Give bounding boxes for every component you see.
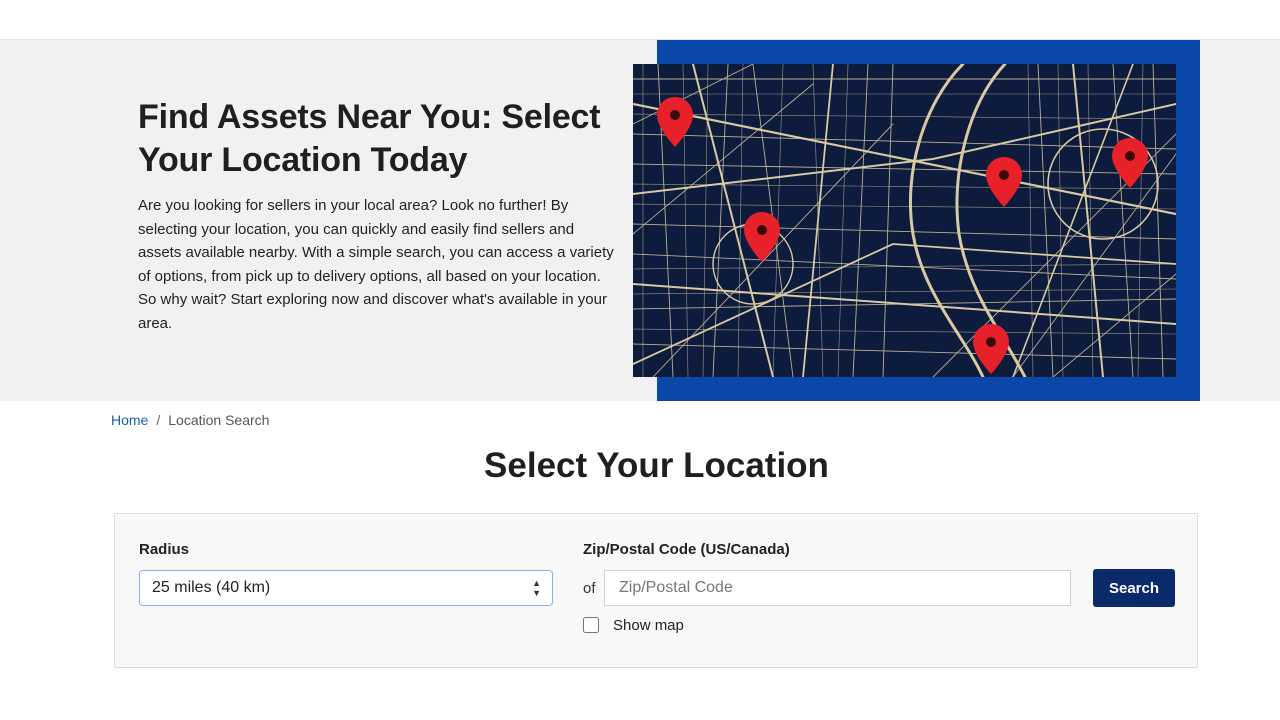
zip-label: Zip/Postal Code (US/Canada)	[583, 541, 790, 558]
city-map-image	[633, 64, 1176, 377]
hero-description: Are you looking for sellers in your loca…	[138, 197, 614, 332]
hero-banner: Find Assets Near You: Select Your Locati…	[0, 39, 1280, 401]
breadcrumb-current: Location Search	[168, 412, 270, 428]
hero-text: Find Assets Near You: Select Your Locati…	[138, 96, 618, 335]
breadcrumb-separator: /	[156, 412, 161, 428]
show-map-checkbox[interactable]	[583, 617, 599, 633]
radius-selected-value: 25 miles (40 km)	[152, 579, 271, 596]
show-map-label: Show map	[613, 617, 684, 634]
section-title: Select Your Location	[484, 446, 829, 485]
breadcrumb-home-link[interactable]: Home	[111, 412, 148, 428]
select-arrows-icon: ▲ ▼	[532, 578, 541, 598]
zip-input[interactable]	[604, 570, 1071, 606]
radius-label: Radius	[139, 541, 190, 558]
search-button[interactable]: Search	[1093, 569, 1175, 607]
radius-select[interactable]: 25 miles (40 km) ▲ ▼	[139, 570, 553, 606]
breadcrumb: Home / Location Search	[111, 412, 269, 428]
hero-title: Find Assets Near You: Select Your Locati…	[138, 98, 601, 179]
location-search-form: Radius 25 miles (40 km) ▲ ▼ Zip/Postal Co…	[114, 513, 1198, 668]
of-text: of	[583, 580, 596, 597]
